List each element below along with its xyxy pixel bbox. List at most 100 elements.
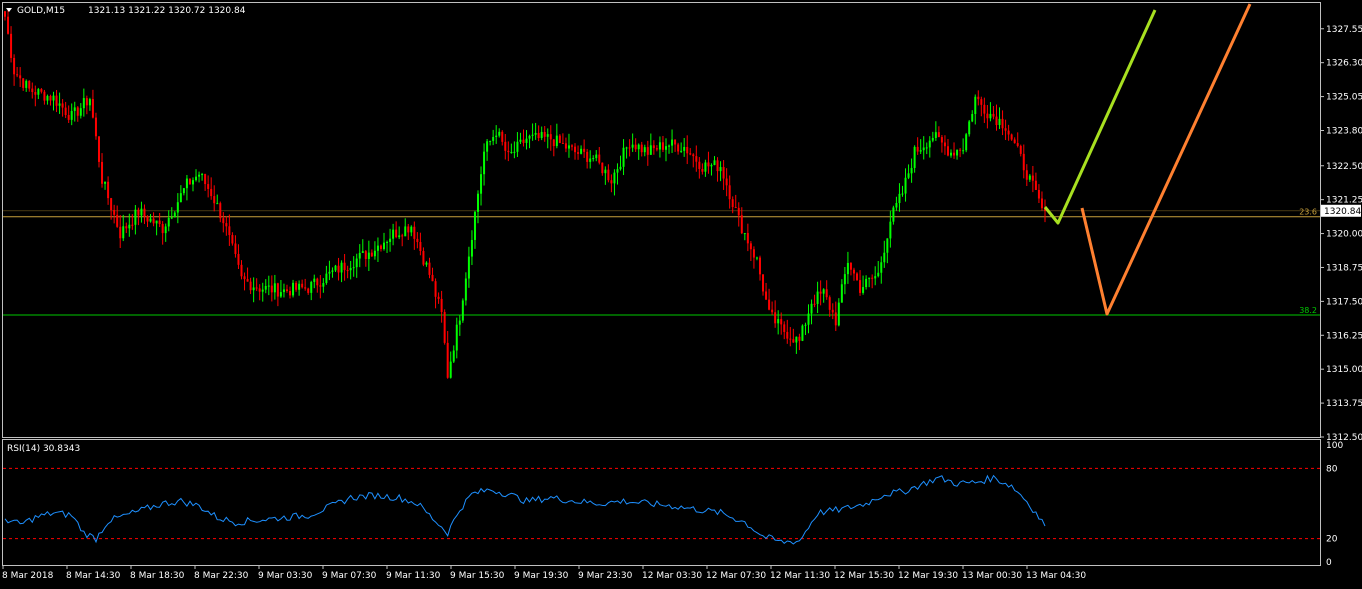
candle-body xyxy=(771,309,774,313)
indicator-frame xyxy=(2,439,1321,566)
candle-body xyxy=(910,167,913,174)
candle-body xyxy=(182,188,185,194)
candle-body xyxy=(70,110,73,120)
price-tick-label: 1313.75 xyxy=(1326,399,1362,409)
candle-body xyxy=(704,162,707,172)
candle-body xyxy=(574,146,577,153)
candle-body xyxy=(231,235,234,244)
candle-body xyxy=(892,207,895,222)
candle-body xyxy=(386,241,389,243)
candle-body xyxy=(907,173,910,178)
candle-body xyxy=(76,107,79,116)
time-tick-label: 12 Mar 19:30 xyxy=(898,571,958,581)
candle-body xyxy=(495,135,498,137)
candle-body xyxy=(531,134,534,136)
candle-body xyxy=(367,252,370,259)
candle-body xyxy=(883,252,886,263)
candle-body xyxy=(946,146,949,156)
candle-body xyxy=(504,141,507,151)
candle-body xyxy=(222,218,225,224)
candle-body xyxy=(522,139,525,143)
candle-body xyxy=(752,249,755,258)
candle-body xyxy=(270,285,273,293)
candle-body xyxy=(561,142,564,144)
candle-body xyxy=(4,11,6,17)
candle-body xyxy=(822,289,825,294)
candle-body xyxy=(458,320,461,325)
candle-body xyxy=(722,167,725,179)
candle-body xyxy=(849,262,852,270)
candle-body xyxy=(337,265,340,273)
candle-body xyxy=(898,193,901,203)
candle-body xyxy=(473,211,476,240)
candle-body xyxy=(110,198,113,211)
candle-body xyxy=(743,233,746,235)
candle-body xyxy=(610,180,613,184)
symbol-header[interactable]: GOLD,M15 1321.13 1321.22 1320.72 1320.84 xyxy=(6,6,246,16)
candle-body xyxy=(668,145,671,147)
candle-body xyxy=(871,277,874,279)
candle-body xyxy=(61,103,64,108)
price-tick-label: 1315.00 xyxy=(1326,365,1362,375)
candle-body xyxy=(443,311,446,343)
candle-body xyxy=(728,185,731,200)
candle-body xyxy=(195,176,198,181)
candle-body xyxy=(249,281,252,291)
candle-body xyxy=(401,235,404,237)
candle-body xyxy=(198,174,201,177)
candle-body xyxy=(819,291,822,294)
candle-body xyxy=(567,145,570,149)
candle-body xyxy=(795,336,798,343)
fib-levels: 23.6 38.2 xyxy=(3,208,1320,316)
candle-body xyxy=(379,245,382,249)
chart-window[interactable]: 23.6 38.2 1327.55 1326.30 1325.05 1323.80 132… xyxy=(0,0,1362,585)
candle-body xyxy=(161,224,164,234)
candle-body xyxy=(152,218,155,224)
candle-body xyxy=(188,178,191,185)
fib-level-label: 23.6 xyxy=(1299,208,1317,217)
candle-body xyxy=(146,216,149,222)
candle-body xyxy=(97,136,100,162)
candle-body xyxy=(777,319,780,324)
chart-svg[interactable]: 23.638.2 1327.551326.301325.051323.80132… xyxy=(0,0,1362,585)
candle-body xyxy=(434,281,437,297)
bullish-projection-line[interactable] xyxy=(1043,9,1157,225)
candle-body xyxy=(295,282,298,290)
candle-body xyxy=(622,147,625,167)
candle-body xyxy=(213,196,216,204)
candle-body xyxy=(228,226,231,236)
candle-body xyxy=(489,140,492,142)
candle-body xyxy=(477,193,480,212)
candle-body xyxy=(383,242,386,249)
candle-body xyxy=(825,289,828,298)
candle-body xyxy=(116,214,119,227)
pullback-projection-line[interactable] xyxy=(1080,3,1252,316)
candle-body xyxy=(431,274,434,282)
candle-body xyxy=(831,309,834,313)
candle-body xyxy=(1031,175,1034,181)
candle-body xyxy=(895,202,898,208)
candle-body xyxy=(846,262,849,275)
candle-body xyxy=(331,270,334,272)
candle-body xyxy=(804,324,807,326)
candle-body xyxy=(592,158,595,160)
candle-body xyxy=(843,274,846,285)
time-tick-label: 12 Mar 03:30 xyxy=(642,571,702,581)
candle-body xyxy=(992,113,995,117)
candle-body xyxy=(874,276,877,279)
candle-body xyxy=(343,262,346,271)
candle-body xyxy=(598,154,601,163)
candle-body xyxy=(716,160,719,172)
candle-body xyxy=(877,272,880,277)
trend-drawings[interactable] xyxy=(1043,3,1252,316)
candle-body xyxy=(601,162,604,174)
candle-body xyxy=(467,256,470,279)
candle-body xyxy=(525,138,528,143)
candle-body xyxy=(962,150,965,152)
candle-body xyxy=(749,243,752,250)
candle-body xyxy=(913,146,916,168)
candle-body xyxy=(980,99,983,105)
candle-body xyxy=(758,257,761,275)
dropdown-triangle-icon[interactable] xyxy=(6,8,12,12)
time-tick-label: 8 Mar 18:30 xyxy=(130,571,185,581)
